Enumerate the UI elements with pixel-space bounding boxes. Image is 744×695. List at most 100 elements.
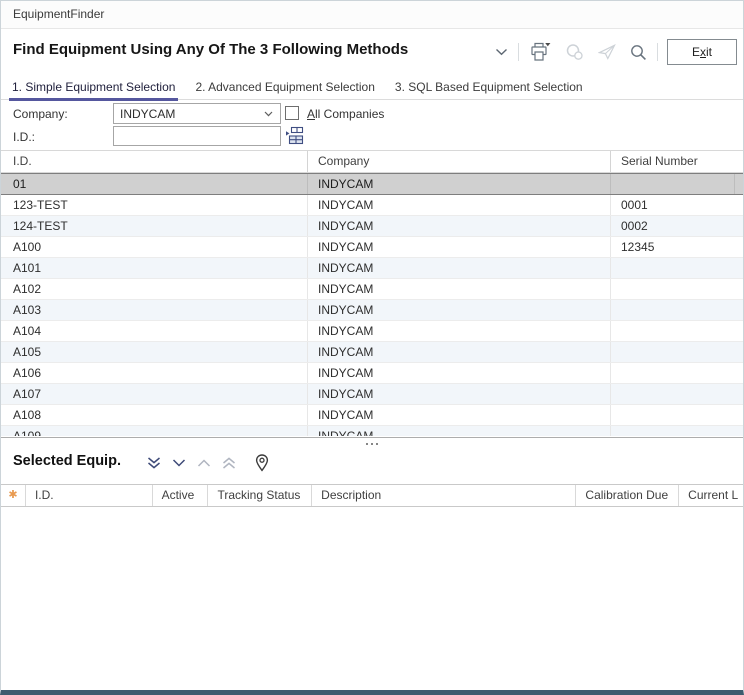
- cell-serial: [611, 384, 735, 404]
- chevron-down-icon[interactable]: [172, 458, 186, 468]
- cell-serial: [611, 405, 735, 425]
- lookup-grid-icon[interactable]: [283, 124, 305, 146]
- window-titlebar: EquipmentFinder: [1, 1, 743, 29]
- id-label: I.D.:: [13, 130, 35, 144]
- cell-company: INDYCAM: [308, 321, 611, 341]
- search-icon[interactable]: [623, 38, 654, 66]
- cell-id: 124-TEST: [1, 216, 308, 236]
- table-row[interactable]: A106 INDYCAM: [1, 363, 743, 384]
- selected-grid-header: ✱ I.D. Active Tracking Status Descriptio…: [1, 484, 743, 507]
- cell-id: A102: [1, 279, 308, 299]
- table-row[interactable]: A107 INDYCAM: [1, 384, 743, 405]
- all-companies-label: All Companies: [307, 107, 384, 121]
- cell-serial: 12345: [611, 237, 735, 257]
- cell-id: A108: [1, 405, 308, 425]
- exit-button[interactable]: Exit: [667, 39, 737, 65]
- chevron-down-icon[interactable]: [488, 38, 515, 66]
- table-row[interactable]: A104 INDYCAM: [1, 321, 743, 342]
- tab-advanced-equipment-selection[interactable]: 2. Advanced Equipment Selection: [192, 77, 377, 100]
- cell-company: INDYCAM: [308, 384, 611, 404]
- equipment-finder-window: EquipmentFinder Find Equipment Using Any…: [0, 0, 744, 695]
- table-row[interactable]: 124-TEST INDYCAM 0002: [1, 216, 743, 237]
- cell-serial: [611, 426, 735, 436]
- cell-serial: [611, 174, 735, 194]
- exit-label: Exit: [692, 45, 712, 59]
- toolbar-separator: [518, 43, 519, 61]
- cell-id: 123-TEST: [1, 195, 308, 215]
- cell-company: INDYCAM: [308, 216, 611, 236]
- cell-serial: 0001: [611, 195, 735, 215]
- table-row[interactable]: A101 INDYCAM: [1, 258, 743, 279]
- table-row[interactable]: A100 INDYCAM 12345: [1, 237, 743, 258]
- company-dropdown[interactable]: INDYCAM: [113, 103, 281, 124]
- toolbar-separator: [657, 43, 658, 61]
- double-chevron-up-icon: [222, 457, 236, 469]
- company-dropdown-value: INDYCAM: [120, 107, 175, 121]
- cell-serial: [611, 300, 735, 320]
- marker-column-header: ✱: [1, 485, 26, 506]
- cell-serial: [611, 258, 735, 278]
- tab-strip: 1. Simple Equipment Selection 2. Advance…: [1, 77, 743, 100]
- cell-company: INDYCAM: [308, 237, 611, 257]
- tab-simple-equipment-selection[interactable]: 1. Simple Equipment Selection: [9, 77, 178, 100]
- cell-serial: [611, 342, 735, 362]
- sync-icon: [558, 38, 591, 66]
- chevron-up-icon: [197, 458, 211, 468]
- table-row[interactable]: A103 INDYCAM: [1, 300, 743, 321]
- cell-id: A107: [1, 384, 308, 404]
- chevron-down-icon: [264, 111, 280, 117]
- tab-sql-based-equipment-selection[interactable]: 3. SQL Based Equipment Selection: [392, 77, 586, 100]
- header-toolbar: Exit: [488, 37, 739, 67]
- table-row[interactable]: 01 INDYCAM: [1, 173, 743, 195]
- splitter-grip-icon: [366, 443, 378, 445]
- cell-company: INDYCAM: [308, 426, 611, 436]
- pane-splitter[interactable]: [1, 439, 743, 448]
- column-header-calibration-due[interactable]: Calibration Due: [576, 485, 679, 506]
- window-title: EquipmentFinder: [13, 7, 104, 21]
- cell-id: A106: [1, 363, 308, 383]
- location-pin-icon[interactable]: [254, 454, 270, 472]
- company-label: Company:: [13, 107, 68, 121]
- send-icon: [591, 38, 623, 66]
- column-header-tracking-status[interactable]: Tracking Status: [208, 485, 312, 506]
- column-header-id[interactable]: I.D.: [1, 151, 308, 172]
- table-row[interactable]: A105 INDYCAM: [1, 342, 743, 363]
- selected-equip-grid: ✱ I.D. Active Tracking Status Descriptio…: [1, 484, 743, 507]
- cell-serial: [611, 279, 735, 299]
- cell-serial: 0002: [611, 216, 735, 236]
- all-companies-checkbox[interactable]: [285, 106, 299, 120]
- cell-id: A109: [1, 426, 308, 436]
- header-bar: Find Equipment Using Any Of The 3 Follow…: [1, 30, 743, 74]
- cell-id: A104: [1, 321, 308, 341]
- id-input[interactable]: [113, 126, 281, 146]
- column-header-description[interactable]: Description: [312, 485, 576, 506]
- cell-company: INDYCAM: [308, 363, 611, 383]
- column-header-serial-number[interactable]: Serial Number: [611, 151, 735, 172]
- table-row[interactable]: 123-TEST INDYCAM 0001: [1, 195, 743, 216]
- table-row[interactable]: A102 INDYCAM: [1, 279, 743, 300]
- cell-company: INDYCAM: [308, 300, 611, 320]
- cell-id: 01: [1, 174, 308, 194]
- cell-id: A103: [1, 300, 308, 320]
- printer-icon[interactable]: [522, 38, 558, 66]
- cell-company: INDYCAM: [308, 258, 611, 278]
- selected-equip-actions: [147, 453, 270, 473]
- double-chevron-down-icon[interactable]: [147, 457, 161, 469]
- cell-id: A105: [1, 342, 308, 362]
- asterisk-icon: ✱: [8, 490, 17, 501]
- cell-id: A100: [1, 237, 308, 257]
- cell-company: INDYCAM: [308, 195, 611, 215]
- column-header-active[interactable]: Active: [153, 485, 209, 506]
- table-row[interactable]: A109 INDYCAM: [1, 426, 743, 436]
- cell-company: INDYCAM: [308, 405, 611, 425]
- filter-form: Company: INDYCAM All Companies I.D.:: [1, 101, 743, 149]
- column-header-company[interactable]: Company: [308, 151, 611, 172]
- results-grid-header: I.D. Company Serial Number: [1, 150, 743, 173]
- column-header-current-location[interactable]: Current L: [679, 485, 743, 506]
- cell-id: A101: [1, 258, 308, 278]
- cell-company: INDYCAM: [308, 279, 611, 299]
- column-header-id[interactable]: I.D.: [26, 485, 153, 506]
- selected-equip-title: Selected Equip.: [13, 453, 121, 469]
- results-grid-body: 01 INDYCAM 123-TEST INDYCAM 0001 124-TES…: [1, 173, 743, 436]
- table-row[interactable]: A108 INDYCAM: [1, 405, 743, 426]
